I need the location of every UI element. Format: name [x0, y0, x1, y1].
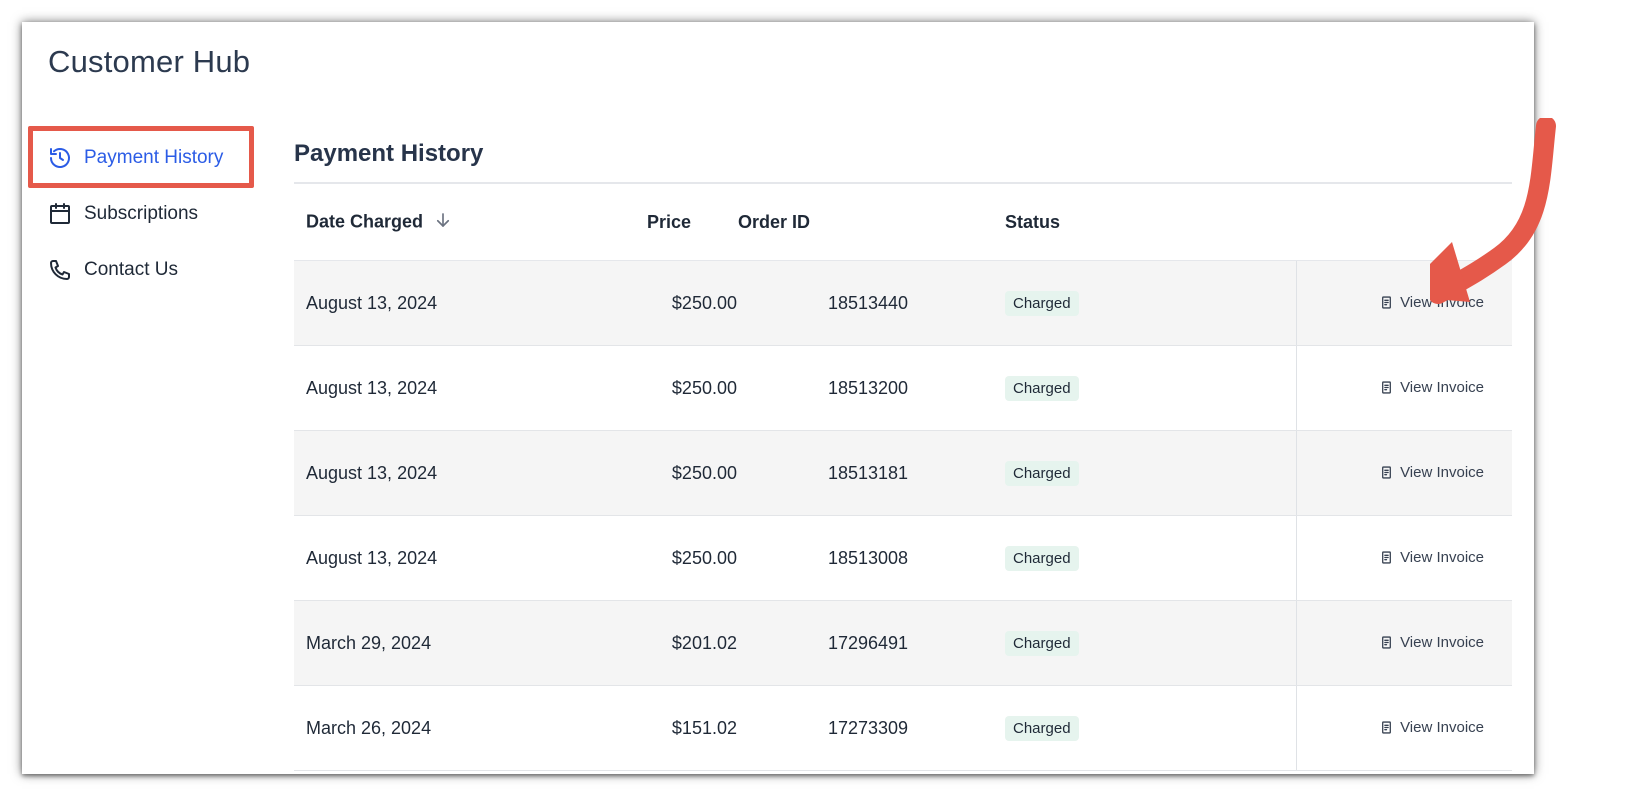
- status-badge: Charged: [1005, 545, 1079, 571]
- view-invoice-link[interactable]: View Invoice: [1380, 719, 1484, 736]
- order-id-cell: 18513181: [737, 430, 999, 516]
- view-invoice-label: View Invoice: [1400, 463, 1484, 481]
- receipt-icon: [1380, 465, 1393, 479]
- date-cell: March 29, 2024: [294, 600, 637, 686]
- phone-icon: [48, 258, 72, 282]
- price-cell: $250.00: [637, 345, 737, 431]
- table-header-row: Date Charged Price Order ID Status: [294, 184, 1512, 261]
- sidebar-item-payment-history[interactable]: Payment History: [48, 130, 258, 186]
- view-invoice-label: View Invoice: [1400, 378, 1484, 396]
- column-header-status: Status: [999, 184, 1297, 261]
- app-title: Customer Hub: [48, 44, 251, 79]
- sidebar-nav: Payment History Subscriptions Contact Us: [48, 130, 258, 298]
- price-cell: $151.02: [637, 685, 737, 771]
- column-header-order-id: Order ID: [737, 184, 999, 261]
- view-invoice-label: View Invoice: [1400, 293, 1484, 311]
- sidebar-item-label: Subscriptions: [84, 203, 199, 224]
- view-invoice-label: View Invoice: [1400, 633, 1484, 651]
- sidebar-item-label: Contact Us: [84, 259, 178, 280]
- sidebar-item-contact-us[interactable]: Contact Us: [48, 242, 258, 298]
- status-badge: Charged: [1005, 630, 1079, 656]
- order-id-cell: 18513440: [737, 260, 999, 346]
- payment-history-table: Date Charged Price Order ID Status Augus…: [294, 184, 1512, 771]
- column-header-label: Date Charged: [306, 210, 424, 231]
- section-title: Payment History: [294, 140, 1512, 184]
- column-header-price: Price: [637, 184, 737, 261]
- price-cell: $250.00: [637, 260, 737, 346]
- date-cell: March 26, 2024: [294, 685, 637, 771]
- table-row: August 13, 2024 $250.00 18513200 Charged…: [294, 345, 1512, 431]
- view-invoice-link[interactable]: View Invoice: [1380, 464, 1484, 481]
- calendar-icon: [48, 202, 72, 226]
- status-badge: Charged: [1005, 715, 1079, 741]
- payment-history-section: Payment History Date Charged Price Order…: [294, 140, 1512, 771]
- date-cell: August 13, 2024: [294, 260, 637, 346]
- receipt-icon: [1380, 635, 1393, 649]
- order-id-cell: 18513200: [737, 345, 999, 431]
- order-id-cell: 17296491: [737, 600, 999, 686]
- status-badge: Charged: [1005, 460, 1079, 486]
- customer-hub-window: Customer Hub Payment History Subscriptio…: [22, 22, 1534, 774]
- sidebar-item-subscriptions[interactable]: Subscriptions: [48, 186, 258, 242]
- order-id-cell: 17273309: [737, 685, 999, 771]
- date-cell: August 13, 2024: [294, 430, 637, 516]
- table-row: March 29, 2024 $201.02 17296491 Charged …: [294, 600, 1512, 686]
- order-id-cell: 18513008: [737, 515, 999, 601]
- view-invoice-link[interactable]: View Invoice: [1380, 634, 1484, 651]
- view-invoice-link[interactable]: View Invoice: [1380, 379, 1484, 396]
- view-invoice-label: View Invoice: [1400, 548, 1484, 566]
- table-row: August 13, 2024 $250.00 18513008 Charged…: [294, 515, 1512, 601]
- column-header-date[interactable]: Date Charged: [294, 184, 637, 261]
- view-invoice-link[interactable]: View Invoice: [1380, 549, 1484, 566]
- date-cell: August 13, 2024: [294, 515, 637, 601]
- price-cell: $250.00: [637, 515, 737, 601]
- history-icon: [48, 146, 72, 170]
- date-cell: August 13, 2024: [294, 345, 637, 431]
- price-cell: $201.02: [637, 600, 737, 686]
- table-row: March 26, 2024 $151.02 17273309 Charged …: [294, 685, 1512, 771]
- status-badge: Charged: [1005, 375, 1079, 401]
- receipt-icon: [1380, 720, 1393, 734]
- receipt-icon: [1380, 295, 1393, 309]
- view-invoice-link[interactable]: View Invoice: [1380, 294, 1484, 311]
- price-cell: $250.00: [637, 430, 737, 516]
- table-row: August 13, 2024 $250.00 18513440 Charged…: [294, 260, 1512, 346]
- arrow-down-icon: [434, 211, 452, 234]
- receipt-icon: [1380, 550, 1393, 564]
- column-header-action: [1296, 184, 1512, 261]
- status-badge: Charged: [1005, 290, 1079, 316]
- receipt-icon: [1380, 380, 1393, 394]
- view-invoice-label: View Invoice: [1400, 718, 1484, 736]
- sidebar-item-label: Payment History: [84, 147, 224, 168]
- table-row: August 13, 2024 $250.00 18513181 Charged…: [294, 430, 1512, 516]
